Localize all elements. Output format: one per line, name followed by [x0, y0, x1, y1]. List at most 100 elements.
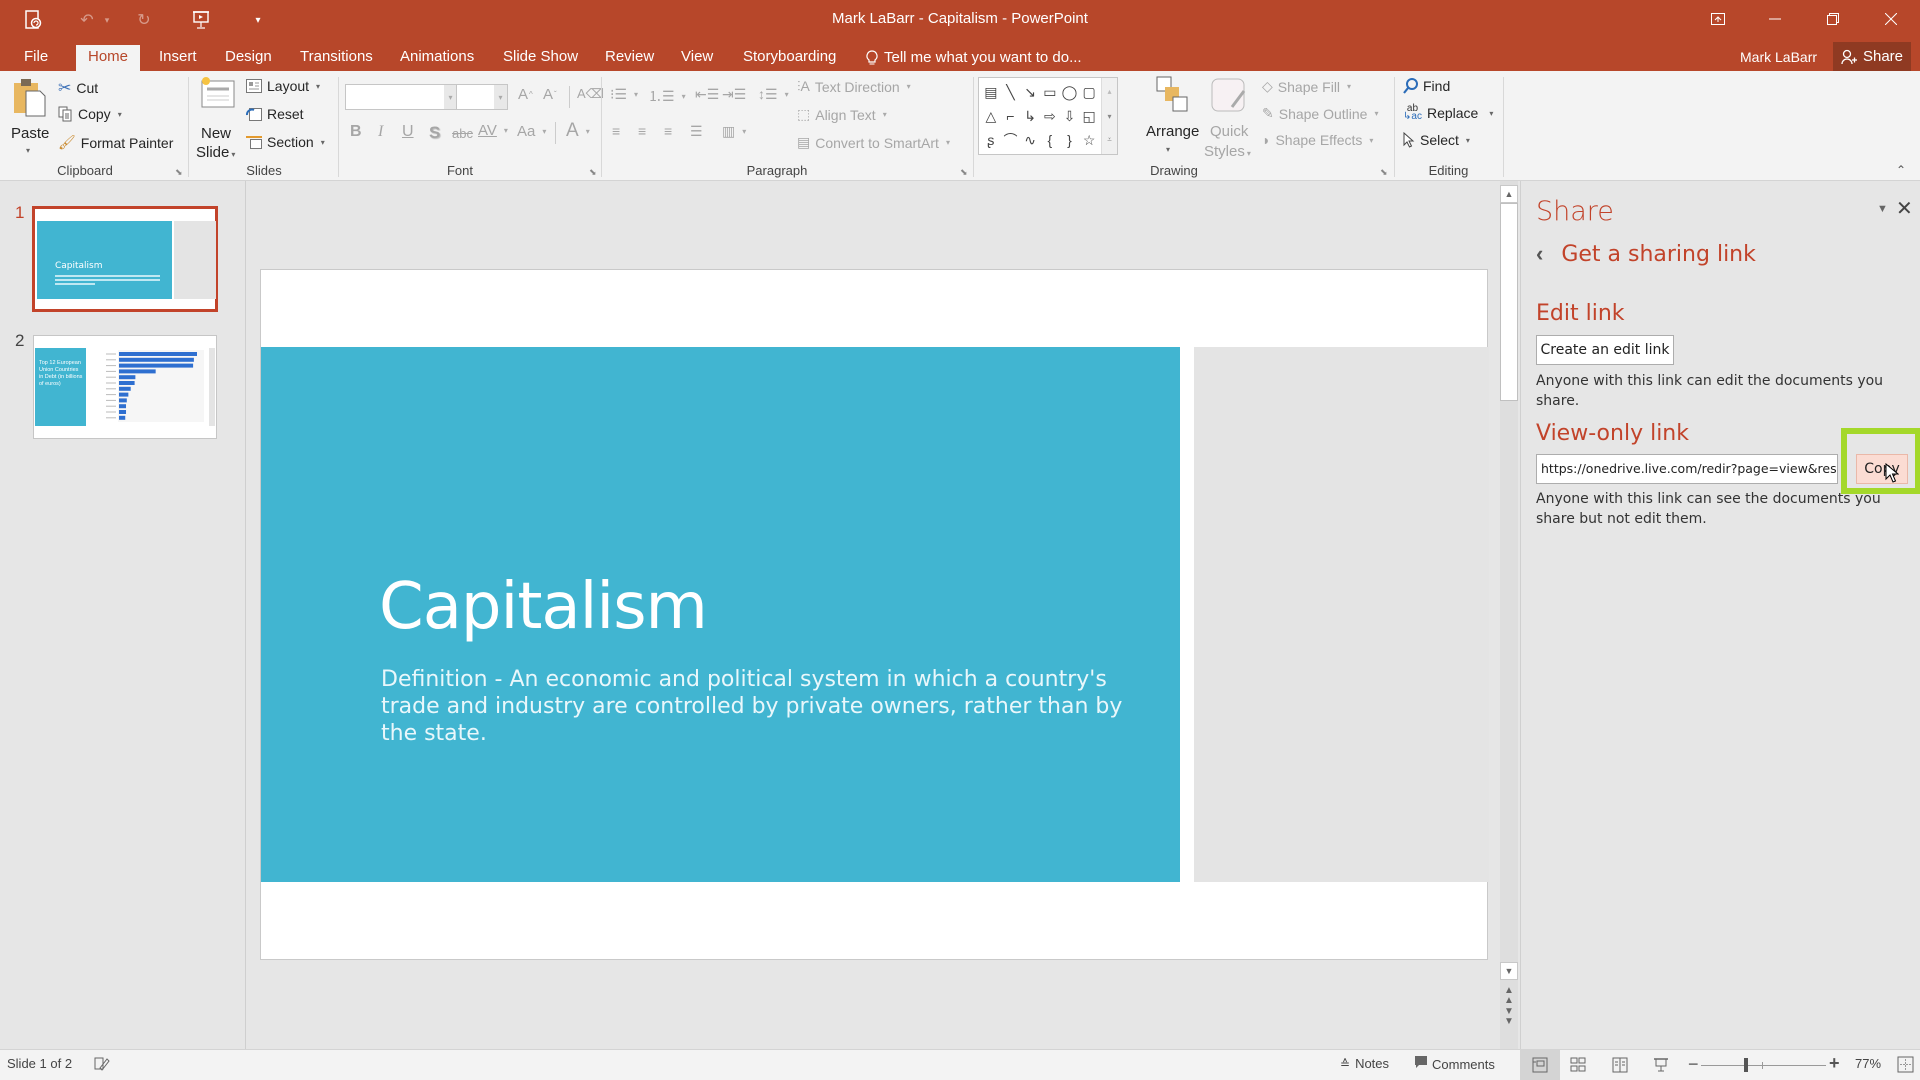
tab-file[interactable]: File [12, 45, 60, 71]
scroll-down-icon[interactable]: ▼ [1500, 962, 1518, 980]
shape-gallery-item[interactable]: ∿ [1020, 128, 1040, 152]
previous-slide-icon[interactable]: ▲ ▲ [1500, 986, 1518, 1006]
character-spacing-button[interactable]: AV ▾ [478, 122, 508, 139]
format-painter-button[interactable]: 🖌 Format Painter [58, 134, 173, 151]
tab-insert[interactable]: Insert [147, 45, 209, 71]
shape-fill-button[interactable]: ◇ Shape Fill ▾ [1262, 78, 1351, 95]
tab-home[interactable]: Home [76, 45, 141, 71]
italic-button[interactable]: I [378, 123, 383, 141]
shape-gallery-item[interactable]: ↳ [1020, 104, 1040, 128]
tab-animations[interactable]: Animations [388, 45, 486, 71]
copy-link-button[interactable]: Copy [1856, 454, 1908, 484]
share-button[interactable]: Share [1833, 42, 1911, 71]
slide-thumbnail-1[interactable]: Capitalism [32, 206, 218, 312]
align-right-button[interactable]: ≡ [664, 123, 672, 139]
create-edit-link-button[interactable]: Create an edit link [1536, 335, 1674, 365]
section-button[interactable]: Section ▾ [246, 134, 325, 150]
slide-subtitle[interactable]: Definition - An economic and political s… [381, 666, 1141, 747]
slide-thumbnail-2[interactable]: Top 12 European Union Countries in Debt … [33, 335, 217, 439]
shape-gallery-item[interactable]: } [1060, 128, 1080, 152]
strikethrough-button[interactable]: abc [452, 126, 473, 141]
decrease-indent-button[interactable]: ⇤☰ [695, 86, 719, 103]
align-center-button[interactable]: ≡ [638, 123, 646, 139]
select-button[interactable]: Select ▾ [1403, 132, 1470, 148]
shape-gallery-item[interactable]: ◯ [1060, 80, 1080, 104]
vertical-scrollbar[interactable]: ▲ ▼ ▲ ▲ ▼ ▼ [1500, 181, 1518, 1049]
cut-button[interactable]: ✂ Cut [58, 78, 98, 98]
tab-design[interactable]: Design [213, 45, 284, 71]
scrollbar-thumb[interactable] [1500, 203, 1518, 401]
decrease-font-size-button[interactable]: Aˇ [543, 86, 557, 103]
shape-gallery-item[interactable]: ▢ [1079, 80, 1099, 104]
slide-title[interactable]: Capitalism [379, 570, 708, 644]
underline-button[interactable]: U [402, 123, 414, 141]
zoom-in-button[interactable]: + [1829, 1053, 1840, 1074]
tell-me-search[interactable]: Tell me what you want to do... [866, 45, 1082, 71]
layout-button[interactable]: Layout ▾ [246, 78, 320, 94]
convert-smartart-button[interactable]: ▤ Convert to SmartArt ▾ [797, 134, 950, 151]
slideshow-view-button[interactable] [1653, 1057, 1669, 1076]
shape-outline-button[interactable]: ✎ Shape Outline ▾ [1262, 105, 1378, 122]
align-text-button[interactable]: ⬚ Align Text ▾ [797, 106, 887, 123]
drawing-launcher-icon[interactable]: ⬊ [1380, 167, 1388, 178]
collapse-ribbon-icon[interactable]: ⌃ [1896, 163, 1906, 177]
paragraph-launcher-icon[interactable]: ⬊ [960, 167, 968, 178]
close-pane-icon[interactable]: ✕ [1896, 196, 1913, 221]
clear-formatting-button[interactable]: A⌫ [577, 86, 604, 102]
next-slide-icon[interactable]: ▼ ▼ [1500, 1007, 1518, 1027]
shapes-gallery[interactable]: ▤ ╲ ↘ ▭ ◯ ▢ △ ⌐ ↳ ⇨ ⇩ ◱ ʂ ⌒ ∿{} ☆ ▴ ▾ ⩡ [978, 77, 1118, 155]
tab-storyboarding[interactable]: Storyboarding [731, 45, 848, 71]
pane-options-dropdown-icon[interactable]: ▼ [1877, 203, 1888, 215]
copy-button[interactable]: Copy ▾ [58, 106, 122, 122]
reset-button[interactable]: Reset [246, 106, 304, 122]
zoom-slider[interactable] [1701, 1058, 1826, 1072]
zoom-level[interactable]: 77% [1855, 1056, 1881, 1071]
copy-dropdown-icon[interactable]: ▾ [118, 110, 122, 119]
restore-button[interactable] [1810, 4, 1856, 34]
align-left-button[interactable]: ≡ [612, 123, 620, 139]
spell-check-icon[interactable] [94, 1056, 110, 1072]
shape-effects-button[interactable]: ◗ Shape Effects ▾ [1262, 132, 1373, 148]
bold-button[interactable]: B [350, 123, 362, 141]
font-name-combobox[interactable]: ▾ [345, 84, 458, 110]
change-case-button[interactable]: Aa ▾ [517, 123, 546, 140]
increase-font-size-button[interactable]: A ^ [518, 86, 533, 103]
shape-gallery-item[interactable]: ↘ [1020, 80, 1040, 104]
shape-gallery-item[interactable]: ⌐ [1001, 104, 1021, 128]
back-link[interactable]: ‹ Get a sharing link [1536, 241, 1756, 267]
paste-button[interactable]: Paste ▾ [8, 77, 49, 157]
justify-button[interactable]: ☰ [690, 123, 703, 140]
font-launcher-icon[interactable]: ⬊ [589, 167, 597, 178]
tab-view[interactable]: View [669, 45, 725, 71]
bullets-button[interactable]: ⁝☰ ▾ [610, 86, 638, 103]
shape-gallery-item[interactable]: ⌒ [1001, 128, 1021, 152]
reading-view-button[interactable] [1612, 1057, 1628, 1076]
tab-review[interactable]: Review [593, 45, 666, 71]
fit-to-window-button[interactable] [1897, 1056, 1914, 1076]
shape-gallery-item[interactable]: ◱ [1079, 104, 1099, 128]
close-button[interactable] [1868, 4, 1914, 34]
normal-view-button[interactable] [1520, 1050, 1560, 1080]
quick-styles-button[interactable]: Quick Styles ▾ [1204, 75, 1254, 161]
shape-gallery-item[interactable]: ⇨ [1040, 104, 1060, 128]
shape-gallery-item[interactable]: ╲ [1001, 80, 1021, 104]
gallery-scroll-up-icon[interactable]: ▴ [1102, 78, 1117, 104]
clipboard-launcher-icon[interactable]: ⬊ [175, 167, 183, 178]
increase-indent-button[interactable]: ⇥☰ [722, 86, 746, 103]
find-button[interactable]: Find [1403, 78, 1450, 94]
new-slide-button[interactable]: New Slide ▾ [194, 75, 242, 161]
minimize-button[interactable] [1752, 4, 1798, 34]
gallery-scroll-down-icon[interactable]: ▾ [1102, 104, 1117, 128]
font-size-dropdown-icon[interactable]: ▾ [494, 85, 507, 109]
shape-gallery-item[interactable]: △ [981, 104, 1001, 128]
tab-slide-show[interactable]: Slide Show [491, 45, 590, 71]
comments-button[interactable]: Comments [1415, 1056, 1495, 1072]
slide-sorter-button[interactable] [1570, 1057, 1586, 1076]
tab-transitions[interactable]: Transitions [288, 45, 385, 71]
slide[interactable]: Capitalism Definition - An economic and … [260, 269, 1489, 960]
view-only-link-field[interactable]: https://onedrive.live.com/redir?page=vie… [1536, 454, 1838, 484]
font-size-combobox[interactable]: ▾ [456, 84, 508, 110]
shape-gallery-item[interactable]: { [1040, 128, 1060, 152]
line-spacing-button[interactable]: ↕☰ ▾ [758, 86, 789, 103]
columns-button[interactable]: ▥ ▾ [722, 123, 746, 140]
